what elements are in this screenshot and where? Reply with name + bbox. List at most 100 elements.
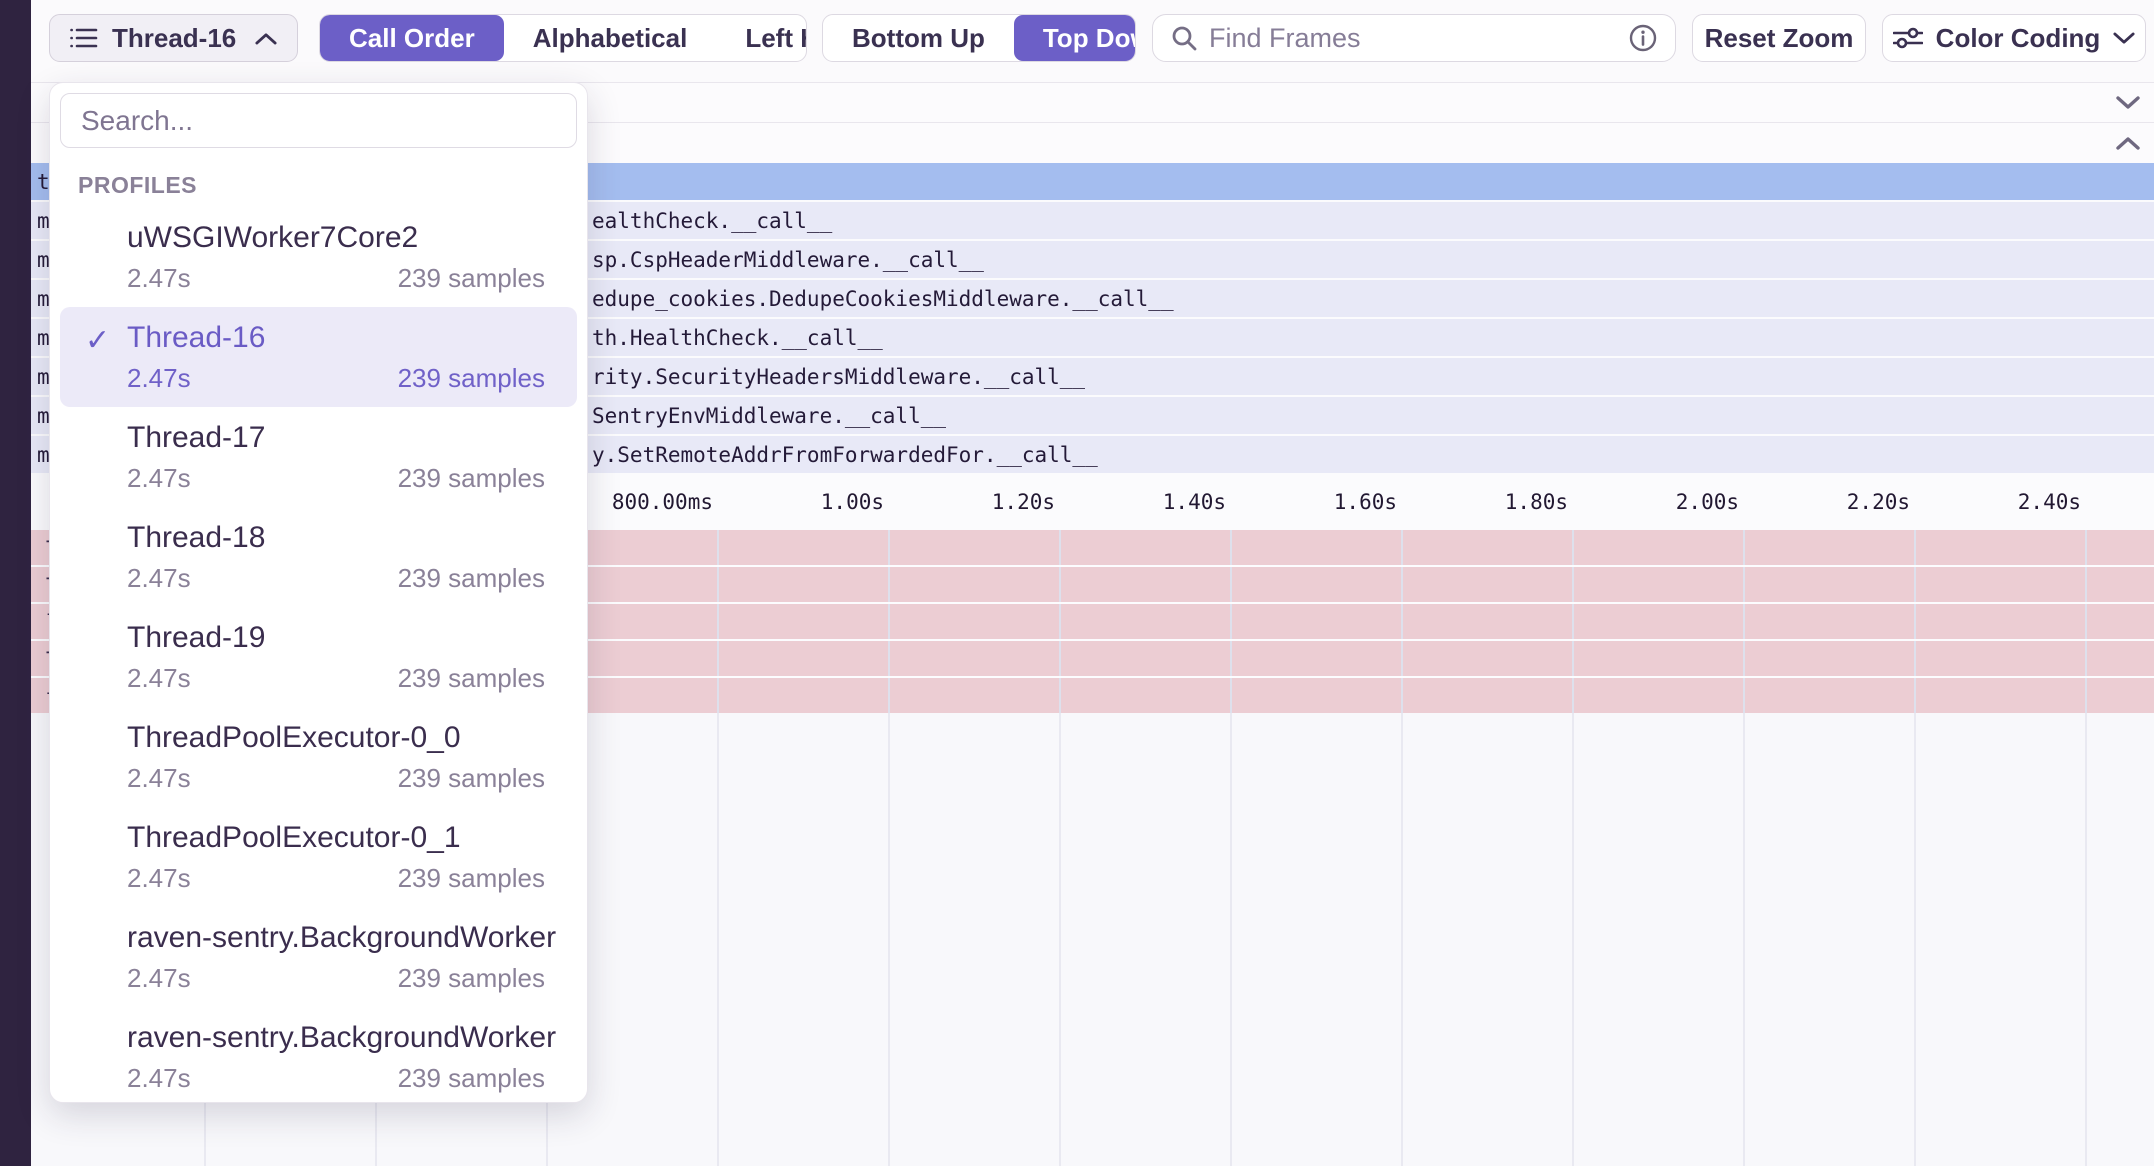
profile-duration: 2.47s	[127, 463, 191, 494]
axis-tick-label: 1.80s	[1505, 490, 1568, 514]
gridline	[1743, 530, 1745, 713]
profiles-section-label: PROFILES	[78, 172, 587, 199]
gridline	[1230, 530, 1232, 713]
thread-selector-label: Thread-16	[112, 23, 236, 54]
axis-tick-label: 1.00s	[821, 490, 884, 514]
profile-samples: 239 samples	[398, 463, 545, 494]
frame-label-fragment: m	[37, 287, 50, 311]
reset-zoom-button[interactable]: Reset Zoom	[1692, 14, 1866, 62]
frame-label: y.SetRemoteAddrFromForwardedFor.__call__	[592, 443, 1098, 467]
find-frames-input[interactable]	[1209, 23, 1617, 54]
gridline	[1059, 713, 1061, 1166]
profile-option-meta: 2.47s 239 samples	[127, 763, 545, 794]
direction-option-top-down[interactable]: Top Down	[1014, 15, 1136, 61]
gridline	[2085, 530, 2087, 713]
axis-tick-label: 2.20s	[1847, 490, 1910, 514]
profile-duration: 2.47s	[127, 263, 191, 294]
profile-samples: 239 samples	[398, 863, 545, 894]
profile-option-meta: 2.47s 239 samples	[127, 463, 545, 494]
gridline	[1914, 530, 1916, 713]
gridline	[1230, 713, 1232, 1166]
axis-tick-label: 2.00s	[1676, 490, 1739, 514]
profile-option-name: raven-sentry.BackgroundWorker	[127, 921, 545, 955]
profile-samples: 239 samples	[398, 763, 545, 794]
profile-option[interactable]: ThreadPoolExecutor-0_0 2.47s 239 samples	[60, 707, 577, 807]
sort-option-alphabetical[interactable]: Alphabetical	[504, 15, 717, 61]
sort-option-call-order[interactable]: Call Order	[320, 15, 504, 61]
profile-option[interactable]: Thread-192.47s239 samples	[60, 607, 577, 707]
frame-label: sp.CspHeaderMiddleware.__call__	[592, 248, 984, 272]
frame-label-fragment: m	[37, 365, 50, 389]
chevron-up-icon	[255, 32, 277, 45]
dropdown-search-input[interactable]	[81, 105, 556, 137]
profile-option-meta: 2.47s 239 samples	[127, 263, 545, 294]
profile-duration: 2.47s	[127, 963, 191, 994]
axis-tick-label: 2.40s	[2018, 490, 2081, 514]
gridline	[2085, 713, 2087, 1166]
profile-option[interactable]: ThreadPoolExecutor-0_1 2.47s 239 samples	[60, 807, 577, 907]
thread-selector-button[interactable]: Thread-16	[49, 14, 298, 62]
sort-option-left-heavy[interactable]: Left Heavy	[716, 15, 807, 61]
profile-option-name: ThreadPoolExecutor-0_1	[127, 821, 545, 855]
list-icon	[70, 26, 98, 50]
profiler-toolbar: Thread-16 Call Order Alphabetical Left H…	[31, 0, 2154, 82]
dropdown-search-box[interactable]	[60, 93, 577, 148]
direction-segment: Bottom Up Top Down	[822, 14, 1136, 62]
gridline	[1059, 530, 1061, 713]
chevron-down-icon[interactable]	[2116, 96, 2140, 110]
frame-label: rity.SecurityHeadersMiddleware.__call__	[592, 365, 1085, 389]
frame-label-fragment: m	[37, 209, 50, 233]
color-coding-label: Color Coding	[1936, 23, 2101, 54]
color-coding-button[interactable]: Color Coding	[1882, 14, 2146, 62]
sort-mode-segment: Call Order Alphabetical Left Heavy	[319, 14, 807, 62]
profile-samples: 239 samples	[398, 1063, 545, 1094]
profile-option-meta: 2.47s 239 samples	[127, 363, 545, 394]
frame-label-fragment: m	[37, 248, 50, 272]
app-sidebar-strip	[0, 0, 31, 1166]
profile-duration: 2.47s	[127, 663, 191, 694]
sliders-icon	[1893, 26, 1923, 50]
profile-option-meta: 2.47s239 samples	[127, 663, 545, 694]
profile-duration: 2.47s	[127, 1063, 191, 1094]
frame-label-fragment: m	[37, 443, 50, 467]
profile-option[interactable]: Thread-17 2.47s 239 samples	[60, 407, 577, 507]
profile-option-name: ThreadPoolExecutor-0_0	[127, 721, 545, 755]
profile-option[interactable]: Thread-18 2.47s239 samples	[60, 507, 577, 607]
checkmark-icon: ✓	[85, 323, 110, 358]
frame-label-fragment: m	[37, 404, 50, 428]
chevron-up-icon[interactable]	[2116, 136, 2140, 150]
axis-tick-label: 1.40s	[1163, 490, 1226, 514]
profile-option-name: uWSGIWorker7Core2	[127, 221, 545, 255]
frame-label-fragment: m	[37, 326, 50, 350]
profile-option[interactable]: uWSGIWorker7Core2 2.47s 239 samples	[60, 207, 577, 307]
profile-option-meta: 2.47s239 samples	[127, 563, 545, 594]
gridline	[717, 713, 719, 1166]
profile-option[interactable]: ✓ Thread-16 2.47s 239 samples	[60, 307, 577, 407]
profile-option-name: Thread-18	[127, 521, 545, 555]
gridline	[1743, 713, 1745, 1166]
profile-duration: 2.47s	[127, 763, 191, 794]
gridline	[888, 530, 890, 713]
find-frames-search[interactable]	[1152, 14, 1676, 62]
frame-label: ealthCheck.__call__	[592, 209, 832, 233]
profile-option-name: Thread-17	[127, 421, 545, 455]
info-icon[interactable]	[1629, 24, 1657, 52]
axis-tick-label: 1.60s	[1334, 490, 1397, 514]
profile-option-meta: 2.47s 239 samples	[127, 1063, 545, 1094]
profile-option-name: Thread-16	[127, 321, 545, 355]
profile-samples: 239 samples	[398, 363, 545, 394]
profile-option[interactable]: raven-sentry.BackgroundWorker2.47s239 sa…	[60, 1007, 577, 1107]
direction-option-bottom-up[interactable]: Bottom Up	[823, 15, 1014, 61]
profile-samples: 239 samples	[398, 263, 545, 294]
profile-option-meta: 2.47s 239 samples	[127, 863, 545, 894]
axis-tick-label: 1.20s	[992, 490, 1055, 514]
profiles-dropdown: PROFILES uWSGIWorker7Core2 2.47s 239 sampl…	[49, 82, 588, 1103]
search-icon	[1171, 25, 1197, 51]
reset-zoom-label: Reset Zoom	[1705, 23, 1854, 54]
profile-option[interactable]: raven-sentry.BackgroundWorker2.47s239 sa…	[60, 907, 577, 1007]
chevron-down-icon	[2113, 32, 2135, 45]
profile-duration: 2.47s	[127, 863, 191, 894]
frame-label: SentryEnvMiddleware.__call__	[592, 404, 946, 428]
profile-duration: 2.47s	[127, 563, 191, 594]
profile-duration: 2.47s	[127, 363, 191, 394]
